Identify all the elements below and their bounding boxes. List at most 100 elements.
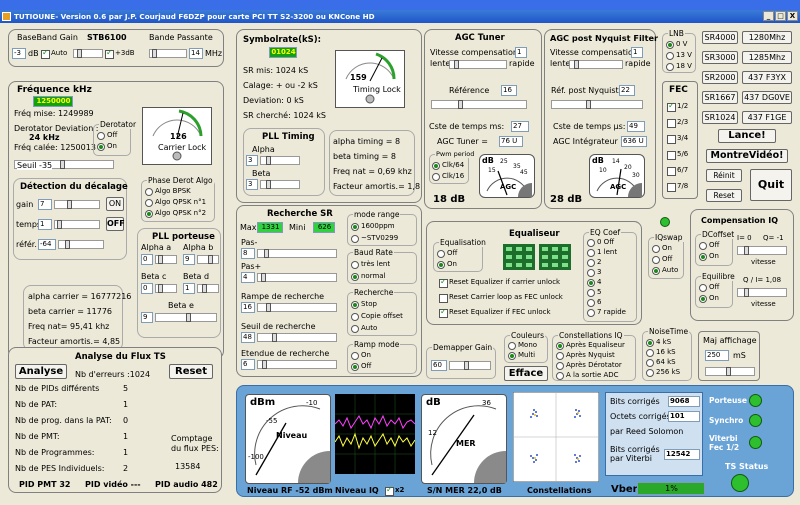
analyse-button[interactable]: Analyse [15,364,67,379]
reset-eq-carrier-checkbox[interactable]: Reset Equalizer if carrier unlock [439,277,560,288]
offset-off-button[interactable]: OFF [106,217,125,231]
colors-multi-radio[interactable]: Multi [508,351,535,360]
search-threshold-input[interactable]: 48 [241,332,255,343]
baud-slow-radio[interactable]: très lent [351,260,390,269]
offset-gain-input[interactable]: 7 [38,199,52,210]
noise-256ks-radio[interactable]: 256 kS [646,368,680,377]
fec-3-4-checkbox[interactable]: 3/4 [667,134,688,144]
timing-beta-input[interactable]: 3 [246,179,258,190]
search-copy-offset-radio[interactable]: Copie offset [351,312,403,321]
coef-4-radio[interactable]: 4 [587,278,601,287]
beta-c-input[interactable]: 0 [141,283,153,294]
step-plus-thumb[interactable] [261,273,266,282]
alpha-a-thumb[interactable] [158,255,163,264]
beta-e-thumb[interactable] [186,313,191,322]
gain-slider[interactable] [73,49,103,58]
agc-speed-slider[interactable] [449,60,507,69]
reinit-button[interactable]: Réinit [706,169,742,182]
step-plus-input[interactable]: 4 [241,272,255,283]
constel-after-nyquist-radio[interactable]: Après Nyquist [556,351,615,360]
agc-speed-input[interactable]: 1 [515,47,527,58]
timing-beta-slider[interactable] [260,180,300,189]
sr1667-button[interactable]: SR1667 [702,91,738,104]
fec-5-6-checkbox[interactable]: 5/6 [667,150,688,160]
offset-ref-input[interactable]: -64 [38,239,56,250]
beta-d-slider[interactable] [197,284,219,293]
sr4000-button[interactable]: SR4000 [702,31,738,44]
step-minus-thumb[interactable] [264,249,269,258]
alpha-b-slider[interactable] [197,255,219,264]
constel-after-derot-radio[interactable]: Après Dérotator [556,361,622,370]
dc-speed-slider[interactable] [737,246,787,255]
sr2000-button[interactable]: SR2000 [702,71,738,84]
agcn-ref-input[interactable]: 22 [619,85,635,96]
preset-dg0ve-button[interactable]: 437 DG0VE [742,91,792,104]
refresh-slider[interactable] [705,367,755,376]
dcoffset-on-radio[interactable]: On [699,252,719,261]
search-stop-radio[interactable]: Stop [351,300,377,309]
equalisation-on-radio[interactable]: On [437,260,457,269]
gain-input[interactable]: -3 [12,48,26,59]
beta-d-input[interactable]: 1 [183,283,195,294]
offset-gain-thumb[interactable] [67,200,72,209]
search-threshold-slider[interactable] [257,333,337,342]
bandwidth-slider-thumb[interactable] [152,49,157,58]
coef-1-radio[interactable]: 1 lent [587,248,617,257]
agc-ref-thumb[interactable] [458,100,463,109]
preset-1280-button[interactable]: 1280Mhz [742,31,792,44]
agc-speed-thumb[interactable] [454,60,459,69]
agc-ref-input[interactable]: 16 [501,85,517,96]
reset-carrier-fec-checkbox[interactable]: Reset Carrier loop as FEC unlock [439,293,563,303]
baud-normal-radio[interactable]: normal [351,272,386,281]
coef-3-radio[interactable]: 3 [587,268,601,277]
beta-e-slider[interactable] [155,313,217,322]
timing-alpha-input[interactable]: 3 [246,155,258,166]
fec-6-7-checkbox[interactable]: 6/7 [667,166,688,176]
algo-bpsk-radio[interactable]: Algo BPSK [145,187,191,196]
refresh-thumb[interactable] [726,367,731,376]
agcn-speed-thumb[interactable] [574,60,579,69]
offset-time-thumb[interactable] [57,220,62,229]
coef-0-radio[interactable]: 0 Off [587,238,614,247]
offset-on-button[interactable]: ON [106,197,124,211]
agcn-speed-slider[interactable] [569,60,623,69]
demapper-gain-slider[interactable] [449,361,491,370]
lnb-0v-radio[interactable]: 0 V [666,40,687,49]
agcn-speed-input[interactable]: 1 [631,47,643,58]
coef-7-radio[interactable]: 7 rapide [587,308,626,317]
timing-beta-thumb[interactable] [266,180,271,189]
coef-2-radio[interactable]: 2 [587,258,601,267]
mode-1600ppm-radio[interactable]: 1600ppm [351,222,395,231]
colors-mono-radio[interactable]: Mono [508,341,537,350]
iqswap-off-radio[interactable]: Off [652,255,672,264]
maximize-button[interactable]: □ [775,11,786,21]
analyse-reset-button[interactable]: Reset [169,364,213,379]
offset-ref-thumb[interactable] [65,240,70,249]
preset-f1ge-button[interactable]: 437 F1GE [742,111,792,124]
search-threshold-thumb[interactable] [272,333,277,342]
alpha-b-input[interactable]: 9 [183,254,195,265]
launch-button[interactable]: Lance! [718,129,776,143]
derotator-off-radio[interactable]: Off [97,131,117,140]
quit-button[interactable]: Quit [750,169,792,201]
dcoffset-off-radio[interactable]: Off [699,241,719,250]
reset-button[interactable]: Reset [706,189,742,202]
plus3db-checkbox[interactable]: +3dB [105,48,135,59]
step-plus-slider[interactable] [257,273,337,282]
sr1024-button[interactable]: SR1024 [702,111,738,124]
timing-alpha-slider[interactable] [260,156,300,165]
noise-16ks-radio[interactable]: 16 kS [646,348,676,357]
balance-speed-slider[interactable] [737,288,787,297]
ramp-input[interactable]: 16 [241,302,255,313]
search-range-input[interactable]: 6 [241,359,255,370]
clear-button[interactable]: Efface [504,366,548,381]
refresh-input[interactable]: 250 [705,350,729,361]
fec-1-2-checkbox[interactable]: 1/2 [667,101,688,112]
iqswap-auto-radio[interactable]: Auto [652,266,678,275]
alpha-b-thumb[interactable] [208,255,213,264]
step-minus-input[interactable]: 8 [241,248,255,259]
pwm-clk16-radio[interactable]: Clk/16 [432,172,464,181]
dc-speed-thumb[interactable] [744,246,749,255]
iq-x2-checkbox[interactable]: x2 [385,485,404,496]
fec-7-8-checkbox[interactable]: 7/8 [667,182,688,192]
